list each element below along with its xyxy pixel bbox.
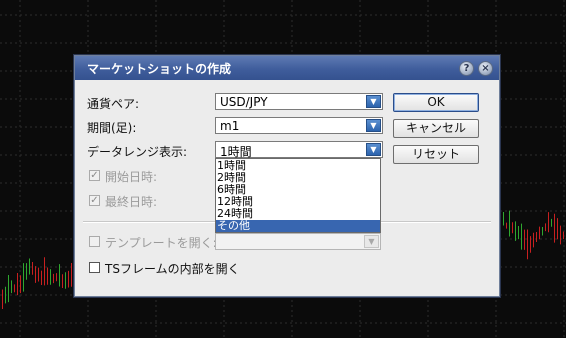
end-checkbox[interactable]: ✓: [89, 195, 100, 206]
ts-frame-label: TSフレームの内部を開く: [105, 262, 240, 276]
end-label: 最終日時:: [105, 195, 158, 209]
help-icon[interactable]: ?: [459, 61, 474, 76]
template-select[interactable]: ▼: [215, 233, 381, 250]
pair-value: USD/JPY: [220, 95, 268, 109]
range-option-other[interactable]: その他: [216, 220, 380, 232]
template-label: テンプレートを開く:: [105, 236, 217, 250]
dialog-title-bar[interactable]: マーケットショットの作成 ? ×: [75, 56, 499, 80]
start-checkbox[interactable]: ✓: [89, 170, 100, 181]
dialog-title: マーケットショットの作成: [87, 62, 232, 76]
chevron-down-icon[interactable]: ▼: [366, 119, 381, 132]
ts-frame-checkbox[interactable]: [89, 262, 100, 273]
chevron-down-icon[interactable]: ▼: [366, 95, 381, 108]
period-select[interactable]: m1 ▼: [215, 117, 383, 134]
range-label: データレンジ表示:: [87, 145, 188, 159]
start-label: 開始日時:: [105, 170, 158, 184]
ok-button[interactable]: OK: [393, 93, 479, 112]
period-label: 期間(足):: [87, 121, 137, 135]
pair-label: 通貨ペア:: [87, 97, 140, 111]
chevron-down-icon[interactable]: ▼: [364, 235, 379, 248]
chevron-down-icon[interactable]: ▼: [366, 143, 381, 156]
close-icon[interactable]: ×: [478, 61, 493, 76]
reset-button[interactable]: リセット: [393, 145, 479, 164]
template-checkbox[interactable]: [89, 236, 100, 247]
range-select[interactable]: 1時間 ▼: [215, 141, 383, 159]
range-dropdown-list: 1時間 2時間 6時間 12時間 24時間 その他: [215, 158, 381, 233]
pair-select[interactable]: USD/JPY ▼: [215, 93, 383, 110]
cancel-button[interactable]: キャンセル: [393, 119, 479, 138]
period-value: m1: [220, 119, 240, 133]
